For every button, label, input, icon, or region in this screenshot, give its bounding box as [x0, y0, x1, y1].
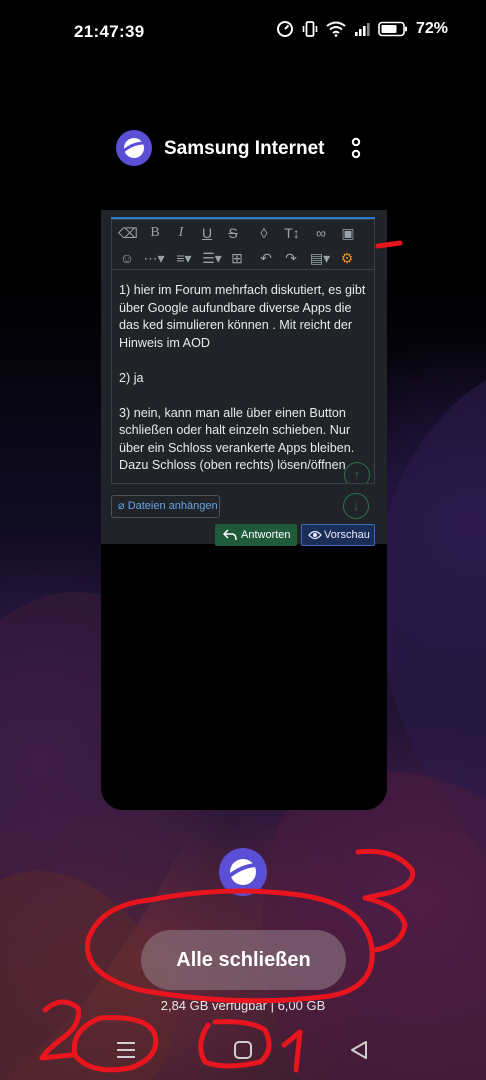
strikethrough-icon[interactable]: S: [224, 224, 242, 242]
editor-paragraph: 1) hier im Forum mehrfach diskutiert, es…: [119, 283, 366, 350]
preview-label: Vorschau: [324, 529, 370, 541]
wifi-icon: [326, 21, 346, 37]
samsung-internet-icon[interactable]: [219, 848, 267, 896]
underline-icon[interactable]: U: [198, 224, 216, 242]
emoji-icon[interactable]: ☺: [118, 249, 136, 267]
save-dropdown-icon[interactable]: ▤▾: [308, 249, 332, 267]
battery-percent: 72%: [415, 20, 448, 37]
status-icons: 72%: [276, 20, 448, 38]
settings-gear-icon[interactable]: ⚙: [338, 249, 356, 267]
eye-icon: [308, 530, 322, 540]
reply-editor[interactable]: 1) hier im Forum mehrfach diskutiert, es…: [111, 269, 375, 484]
app-title: Samsung Internet: [164, 138, 325, 159]
memory-info: 2,84 GB verfügbar | 6,00 GB: [160, 998, 326, 1013]
close-all-button[interactable]: Alle schließen: [141, 930, 346, 990]
home-icon[interactable]: [223, 1030, 263, 1070]
link-icon[interactable]: ∞: [312, 224, 330, 242]
scroll-down-button[interactable]: ↓: [343, 493, 369, 519]
editor-toolbar: ⌫ B I U S ◊ T↕ ∞ ▣ ☺ ⋯▾ ≡▾ ☰▾ ⊞ ↶ ↷ ▤▾ ⚙: [111, 219, 375, 269]
table-icon[interactable]: ⊞: [228, 249, 246, 267]
italic-icon[interactable]: I: [172, 224, 190, 242]
reply-icon: [223, 529, 237, 541]
more-dropdown-icon[interactable]: ⋯▾: [142, 249, 166, 267]
more-vertical-icon[interactable]: [346, 132, 366, 164]
color-drop-icon[interactable]: ◊: [255, 224, 273, 242]
back-icon[interactable]: [339, 1030, 379, 1070]
scroll-up-button[interactable]: ↑: [344, 462, 370, 483]
recent-app-header[interactable]: Samsung Internet: [116, 130, 376, 166]
battery-icon: [378, 21, 407, 37]
paperclip-icon: ⌀: [118, 500, 125, 512]
samsung-internet-icon: [116, 130, 152, 166]
list-dropdown-icon[interactable]: ☰▾: [200, 249, 224, 267]
editor-content: 1) hier im Forum mehrfach diskutiert, es…: [119, 282, 369, 483]
recent-app-card[interactable]: ⌫ B I U S ◊ T↕ ∞ ▣ ☺ ⋯▾ ≡▾ ☰▾ ⊞ ↶ ↷ ▤▾ ⚙…: [101, 210, 387, 810]
editor-paragraph: 2) ja: [119, 370, 144, 385]
reply-button[interactable]: Antworten: [215, 524, 297, 546]
navigation-bar: [0, 1020, 486, 1080]
redo-icon[interactable]: ↷: [282, 249, 300, 267]
bold-icon[interactable]: B: [146, 224, 164, 242]
preview-button[interactable]: Vorschau: [301, 524, 375, 546]
eraser-icon[interactable]: ⌫: [118, 224, 138, 242]
attach-files-label: Dateien anhängen: [127, 500, 218, 512]
signal-icon: [354, 23, 370, 36]
recents-menu-icon[interactable]: [106, 1030, 146, 1070]
attach-files-button[interactable]: ⌀ Dateien anhängen: [111, 495, 220, 518]
reply-label: Antworten: [241, 529, 291, 541]
status-time: 21:47:39: [74, 22, 145, 41]
undo-icon[interactable]: ↶: [257, 249, 275, 267]
image-icon[interactable]: ▣: [339, 224, 357, 242]
editor-paragraph: 3) nein, kann man alle über einen Button…: [119, 405, 355, 473]
vibrate-icon: [302, 21, 318, 37]
align-dropdown-icon[interactable]: ≡▾: [172, 249, 196, 267]
text-size-icon[interactable]: T↕: [280, 224, 304, 242]
speedometer-icon: [276, 21, 293, 37]
app-preview: ⌫ B I U S ◊ T↕ ∞ ▣ ☺ ⋯▾ ≡▾ ☰▾ ⊞ ↶ ↷ ▤▾ ⚙…: [101, 210, 387, 546]
status-bar: 21:47:39 72%: [0, 0, 486, 64]
